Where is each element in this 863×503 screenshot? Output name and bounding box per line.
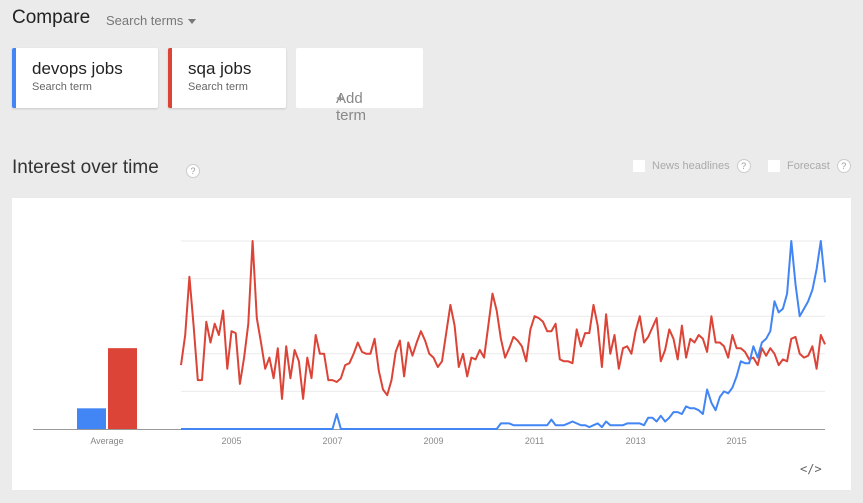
series-line-sqa-jobs [180, 240, 826, 400]
x-tick-label: 2005 [221, 436, 241, 446]
average-bar-sqa-jobs [108, 348, 137, 429]
x-tick-label: 2009 [424, 436, 444, 446]
x-tick-label: 2015 [727, 436, 747, 446]
x-tick-label: 2013 [626, 436, 646, 446]
embed-code-icon[interactable]: </> [800, 462, 822, 476]
average-label: Average [90, 436, 123, 446]
average-bar-devops-jobs [77, 408, 106, 429]
series-line-devops-jobs [181, 240, 826, 430]
interest-chart: Average 2005 2007 2009 2011 2013 2015 [33, 240, 826, 446]
x-tick-label: 2007 [323, 436, 343, 446]
x-tick-label: 2011 [525, 436, 544, 446]
